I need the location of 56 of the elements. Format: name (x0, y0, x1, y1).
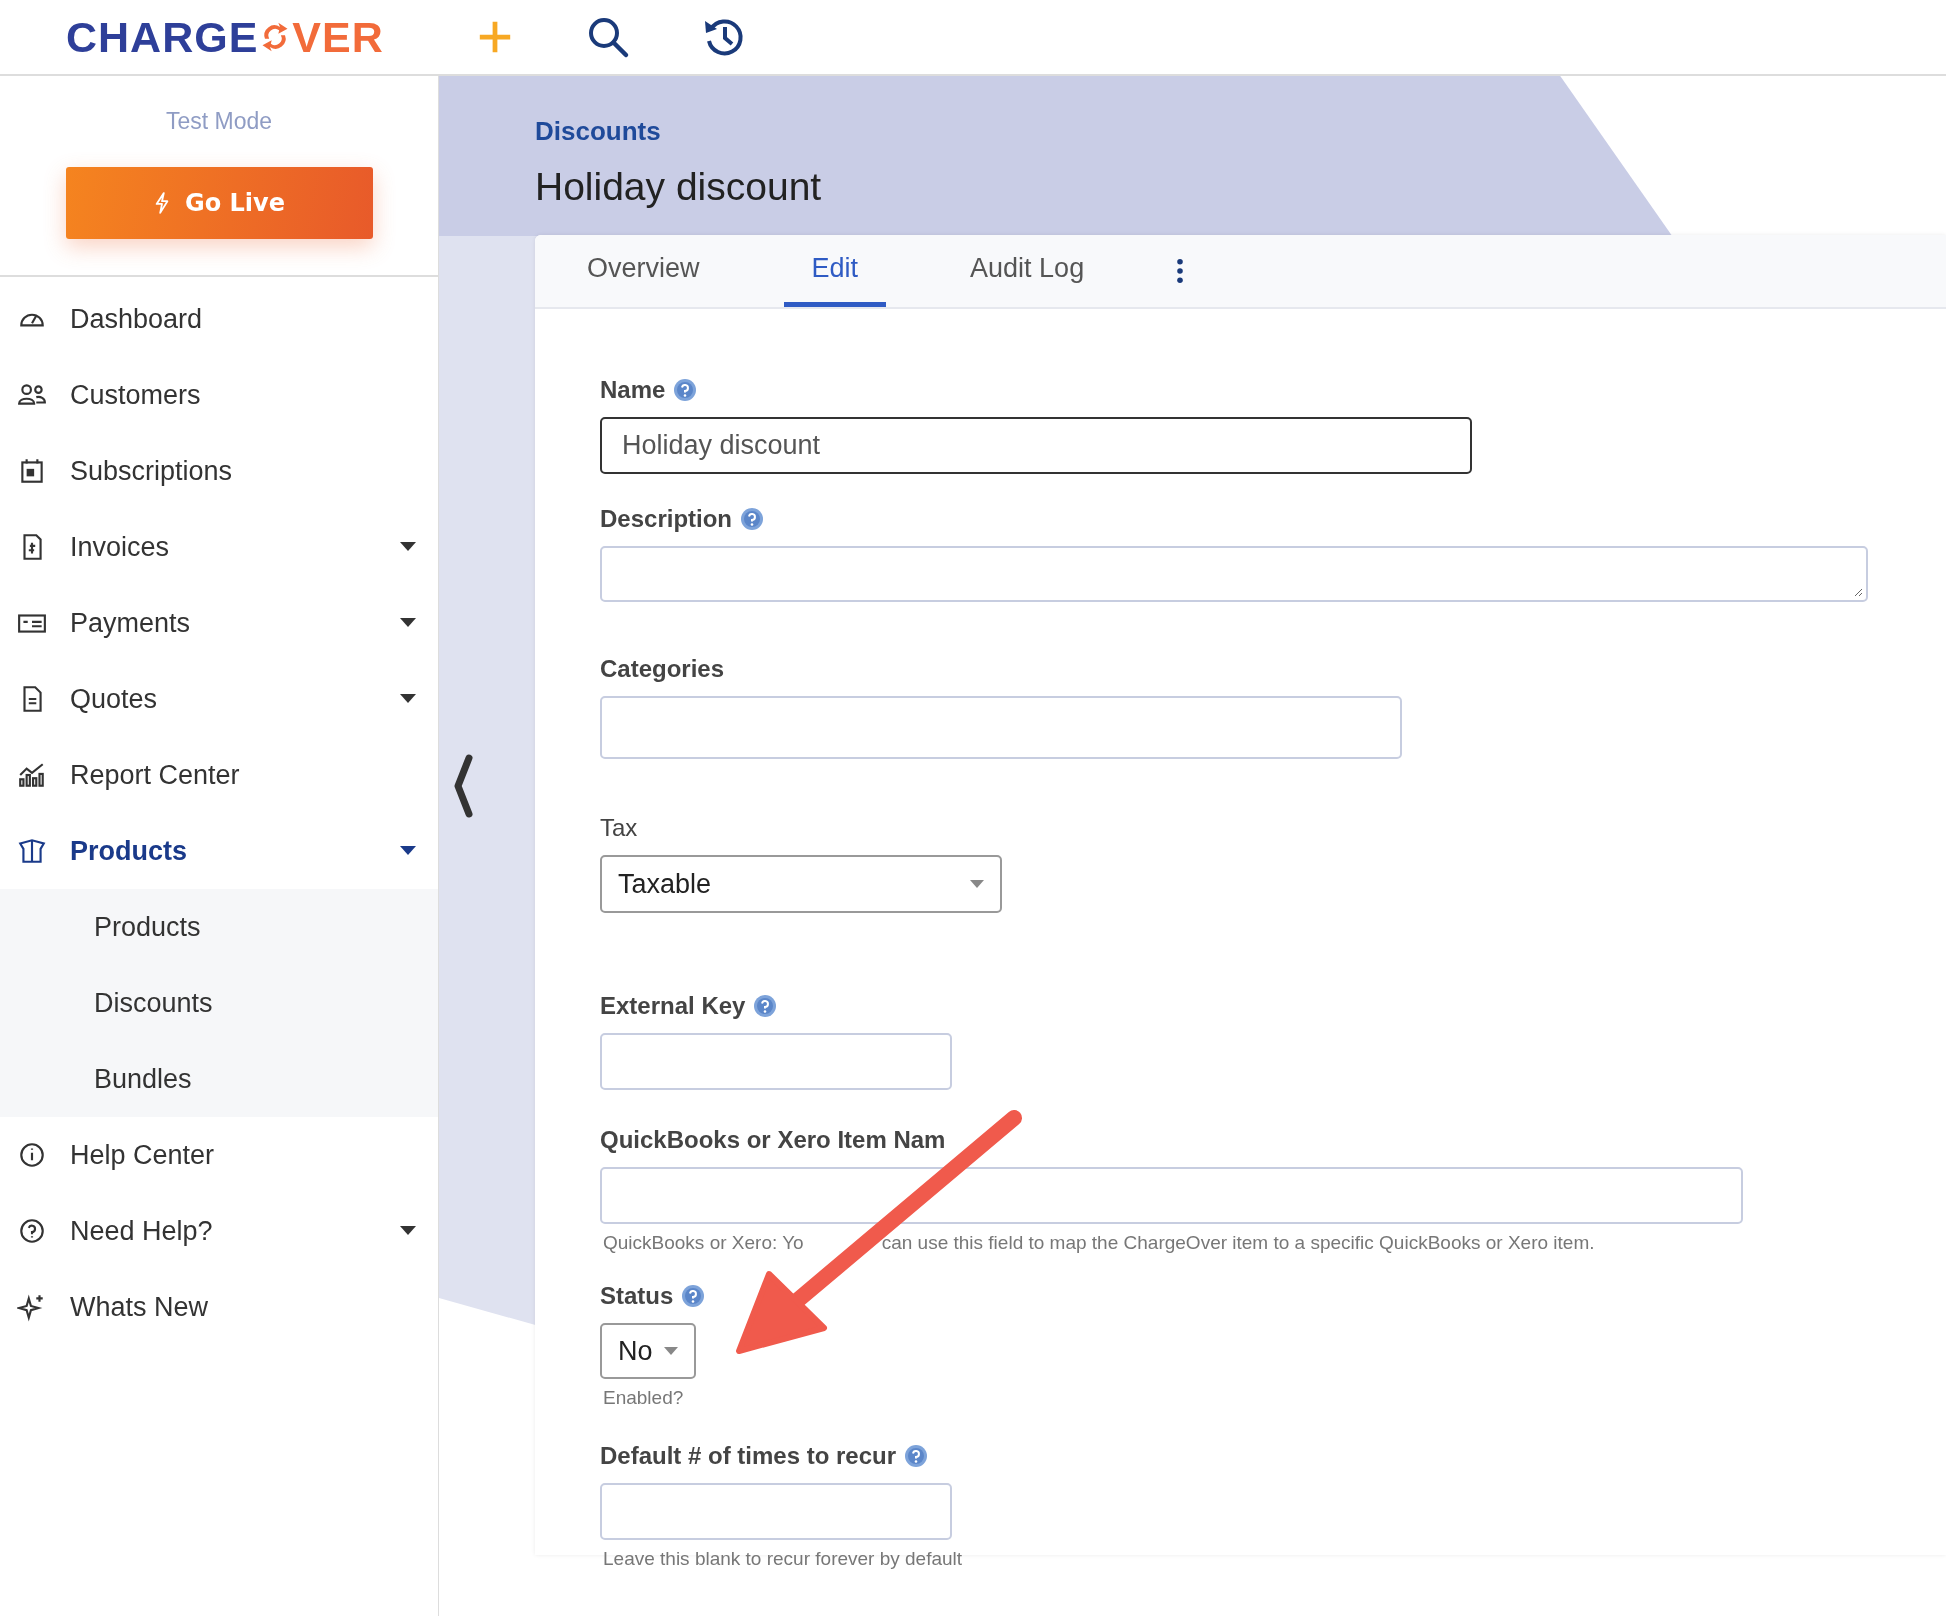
test-mode-label: Test Mode (165, 108, 273, 135)
field-label: Default # of times to recur (600, 1442, 897, 1470)
field-label: External Key (600, 992, 746, 1020)
sidebar-item[interactable]: Customers (0, 357, 438, 433)
textarea-field[interactable] (600, 546, 1868, 602)
info-icon (17, 1140, 47, 1170)
box-icon (17, 836, 47, 866)
tab[interactable]: Overview (559, 235, 728, 307)
caret-icon (970, 880, 984, 888)
tab[interactable]: Audit Log (942, 235, 1113, 307)
sidebar-item[interactable]: Report Center (0, 737, 438, 813)
help-text: Enabled? (603, 1387, 684, 1409)
help-icon[interactable] (753, 994, 778, 1018)
input-field[interactable]: Holiday discount (600, 417, 1472, 474)
field-label: Status (600, 1282, 674, 1310)
field-label: QuickBooks or Xero Item Nam (600, 1126, 946, 1154)
breadcrumb-link[interactable]: Discounts (535, 116, 661, 147)
help-text: QuickBooks or Xero: Yo (603, 1232, 804, 1254)
caret-icon (664, 1347, 678, 1355)
field-label: Categories (600, 655, 725, 683)
sidebar-item[interactable]: Help Center (0, 1117, 438, 1193)
input-field[interactable] (600, 696, 1402, 759)
sidebar-item[interactable]: Subscriptions (0, 433, 438, 509)
logo-text: CHARGE (66, 12, 259, 62)
sidebar-item[interactable]: Payments (0, 585, 438, 661)
help-icon (17, 1216, 47, 1246)
submenu-item[interactable]: Products (0, 889, 438, 965)
sidebar-item[interactable]: Dashboard (0, 281, 438, 357)
help-icon[interactable] (904, 1444, 929, 1468)
more-icon[interactable] (1176, 258, 1185, 284)
field-label: Name (600, 376, 666, 404)
tab[interactable]: Edit (783, 235, 887, 307)
help-icon[interactable] (740, 507, 765, 531)
help-icon[interactable] (673, 378, 698, 402)
submenu-item[interactable]: Bundles (0, 1041, 438, 1117)
select-field[interactable]: No (600, 1323, 696, 1379)
field-label: Description (600, 505, 733, 533)
help-text: Leave this blank to recur forever by default (603, 1548, 963, 1570)
input-field[interactable] (600, 1033, 952, 1090)
lightning-icon (153, 191, 171, 215)
sidebar-item[interactable]: Need Help? (0, 1193, 438, 1269)
help-icon[interactable] (681, 1284, 706, 1308)
sidebar-item[interactable]: Products (0, 813, 438, 889)
field-label: Tax (600, 814, 638, 842)
sidebar-item[interactable]: Quotes (0, 661, 438, 737)
sidebar-item[interactable]: Invoices (0, 509, 438, 585)
submenu-item[interactable]: Discounts (0, 965, 438, 1041)
logo-text: VER (292, 12, 384, 62)
sidebar-item[interactable]: Whats New (0, 1269, 438, 1345)
input-field[interactable] (600, 1483, 952, 1540)
select-field[interactable]: Taxable (600, 855, 1002, 913)
search-icon[interactable] (586, 15, 630, 59)
help-text: can use this field to map the ChargeOver item to a specific QuickBooks or Xero item. (881, 1232, 1595, 1254)
resize-grip-icon[interactable] (1853, 587, 1863, 597)
page-title: Holiday discount (535, 165, 823, 209)
input-field[interactable] (600, 1167, 1743, 1224)
